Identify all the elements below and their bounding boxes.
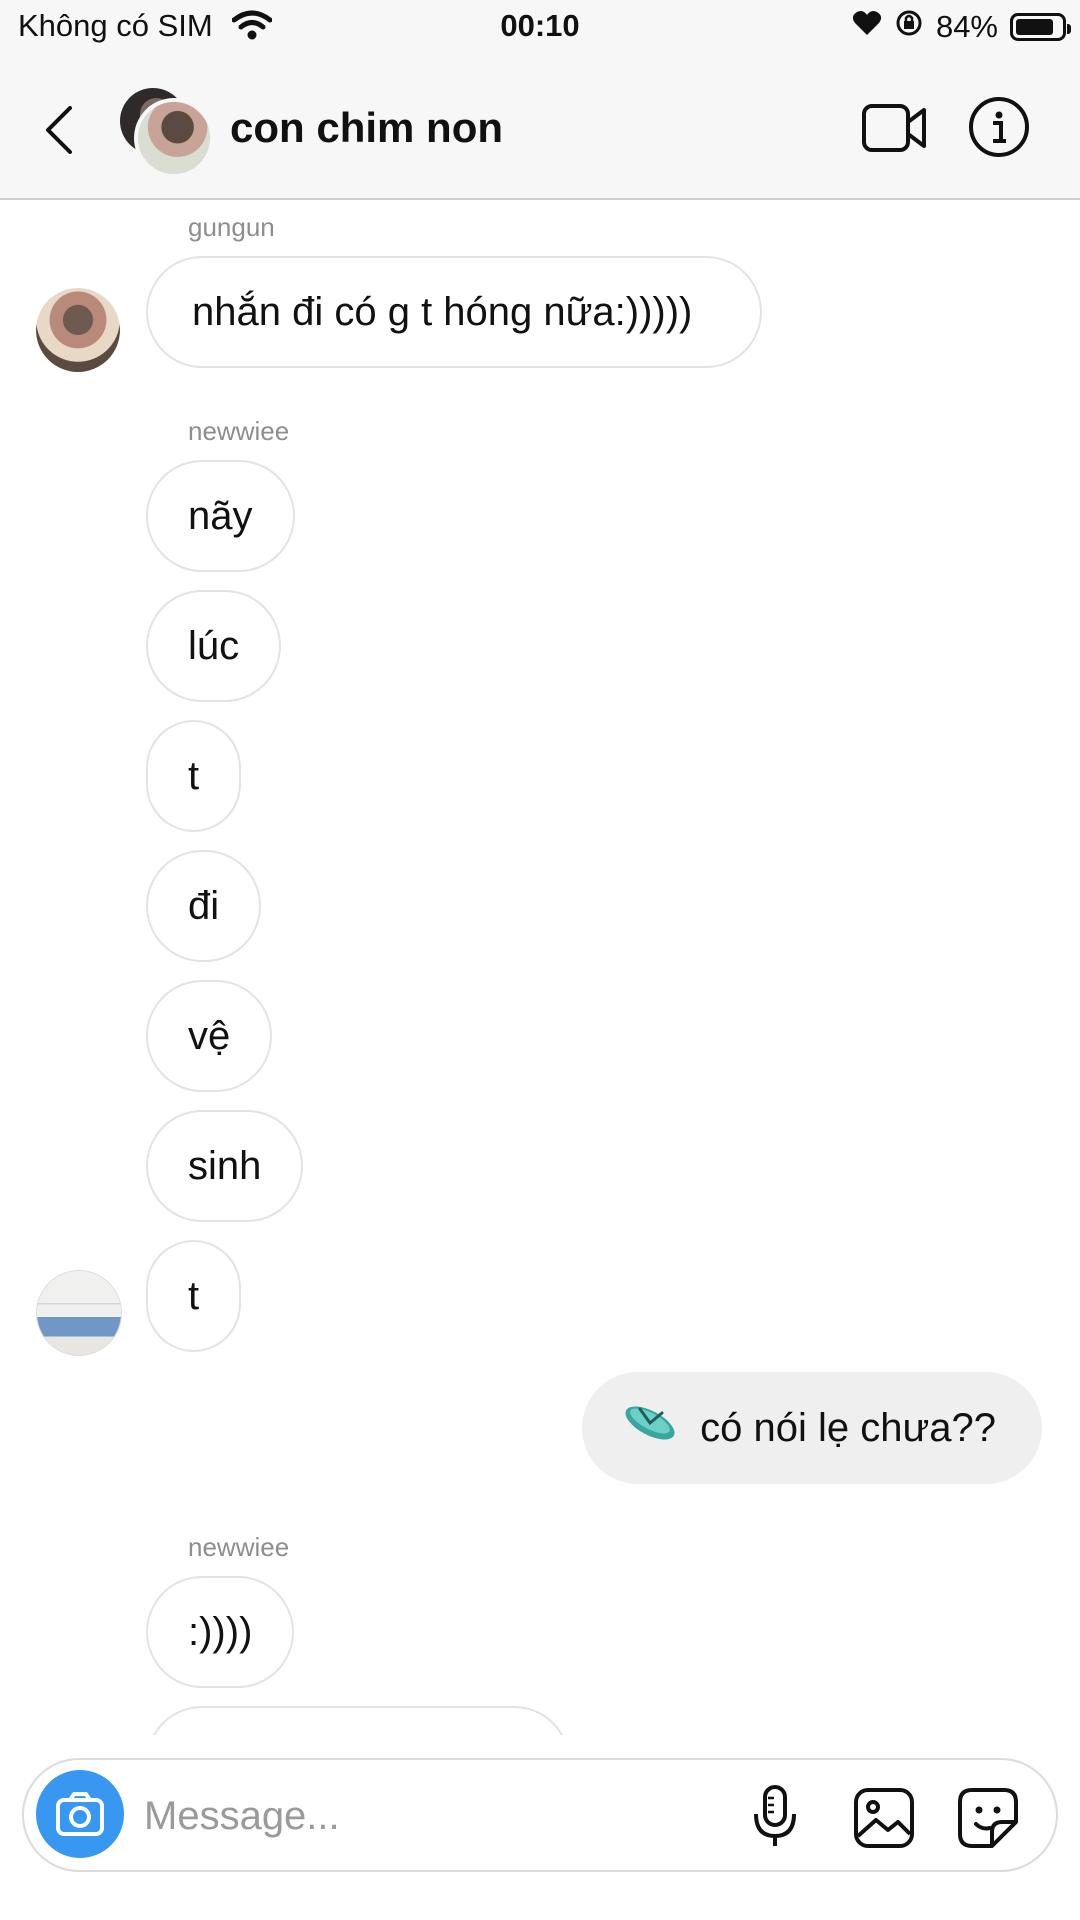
info-button[interactable] xyxy=(968,96,1030,158)
status-bar: Không có SIM 00:10 84% xyxy=(0,0,1080,60)
voice-message-button[interactable] xyxy=(750,1784,800,1850)
rotation-lock-icon xyxy=(894,8,924,46)
message-text: có nói lẹ chưa?? xyxy=(700,1406,996,1450)
gallery-button[interactable] xyxy=(852,1786,916,1850)
sender-label: gungun xyxy=(188,212,275,242)
outgoing-message-bubble[interactable]: có nói lẹ chưa?? xyxy=(582,1372,1042,1484)
message-input[interactable] xyxy=(142,1780,706,1852)
microphone-icon xyxy=(754,1785,796,1846)
back-button[interactable] xyxy=(40,102,80,158)
message-bubble[interactable]: đi xyxy=(146,850,262,962)
video-call-button[interactable] xyxy=(860,98,930,158)
chat-title[interactable]: con chim non xyxy=(230,104,503,152)
flip-flop-icon xyxy=(622,1376,678,1484)
message-bubble[interactable]: t xyxy=(146,1240,242,1352)
message-bubble[interactable]: nãy xyxy=(146,460,295,572)
sticker-icon xyxy=(958,1788,1018,1848)
message-bubble[interactable]: vệ xyxy=(146,980,273,1092)
avatar[interactable] xyxy=(36,288,120,372)
video-camera-icon xyxy=(862,104,926,152)
sender-label: newwiee xyxy=(188,416,290,446)
message-bubble-partial[interactable] xyxy=(146,1706,570,1735)
gallery-icon xyxy=(854,1788,914,1848)
camera-button[interactable] xyxy=(36,1770,124,1858)
info-icon xyxy=(969,97,1029,157)
message-bubble[interactable]: nhắn đi có g t hóng nữa:))))) xyxy=(146,256,762,368)
message-bubble[interactable]: sinh xyxy=(146,1110,304,1222)
message-bubble[interactable]: :)))) xyxy=(146,1576,295,1688)
message-bubble[interactable]: lúc xyxy=(146,590,282,702)
group-avatar[interactable] xyxy=(118,84,214,184)
avatar[interactable] xyxy=(36,1270,122,1356)
sticker-button[interactable] xyxy=(956,1786,1020,1850)
status-right: 84% xyxy=(852,8,1071,46)
battery-icon xyxy=(1010,13,1071,41)
sender-label: newwiee xyxy=(188,1532,290,1562)
message-bubble[interactable]: t xyxy=(146,720,242,832)
message-thread[interactable]: gungun nhắn đi có g t hóng nữa:))))) new… xyxy=(0,200,1080,1735)
message-composer xyxy=(22,1758,1058,1872)
back-chevron-icon xyxy=(46,106,72,154)
heart-icon xyxy=(852,9,882,45)
avatar xyxy=(134,98,214,178)
camera-icon xyxy=(56,1792,104,1836)
chat-header: con chim non xyxy=(0,60,1080,200)
battery-percent: 84% xyxy=(935,9,998,44)
